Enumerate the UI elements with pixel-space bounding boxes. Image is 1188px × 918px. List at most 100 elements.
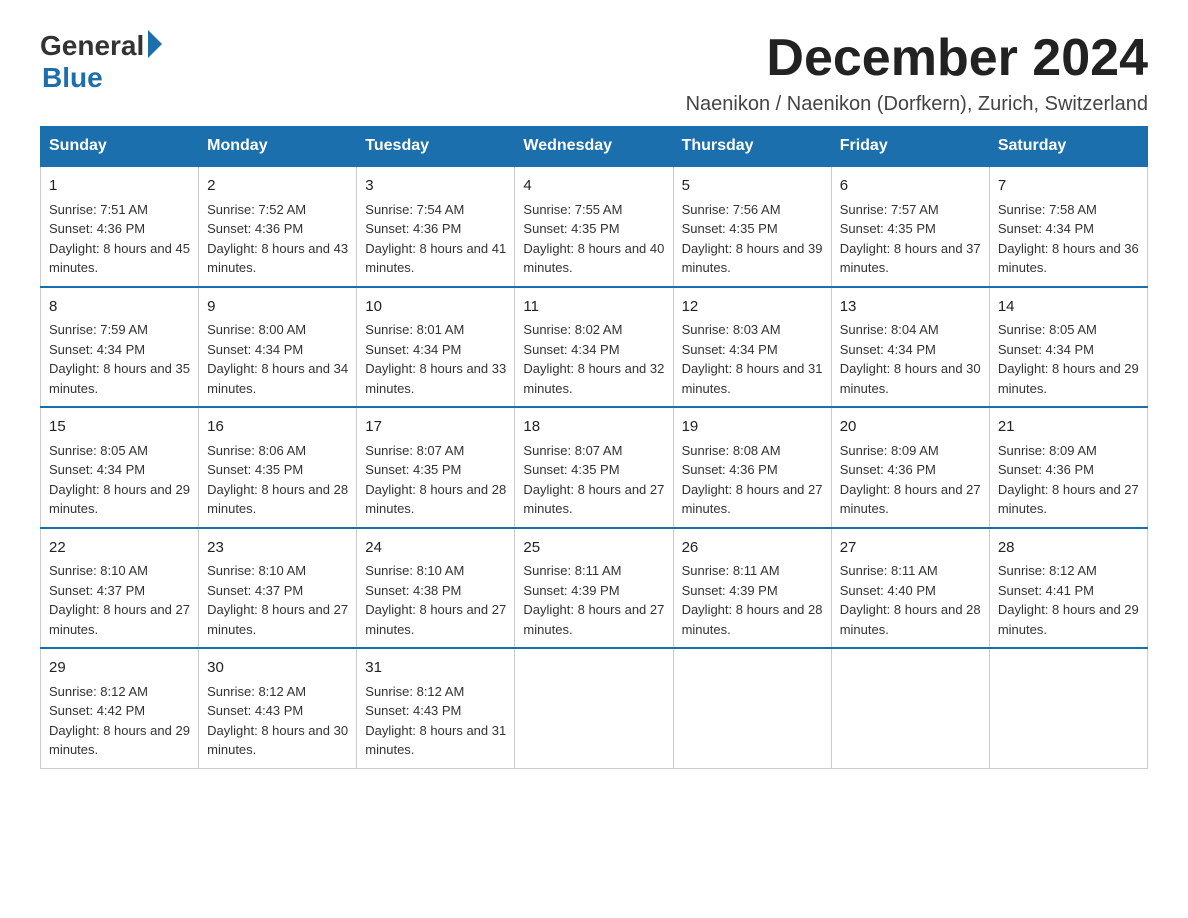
daylight-text: Daylight: 8 hours and 29 minutes. [49, 482, 190, 517]
sunrise-text: Sunrise: 8:05 AM [998, 322, 1097, 337]
calendar-cell: 5Sunrise: 7:56 AMSunset: 4:35 PMDaylight… [673, 166, 831, 287]
calendar-cell: 6Sunrise: 7:57 AMSunset: 4:35 PMDaylight… [831, 166, 989, 287]
calendar-header-tuesday: Tuesday [357, 127, 515, 167]
day-number: 18 [523, 416, 664, 439]
sunrise-text: Sunrise: 8:05 AM [49, 443, 148, 458]
calendar-header-wednesday: Wednesday [515, 127, 673, 167]
sunrise-text: Sunrise: 8:11 AM [523, 563, 621, 578]
day-number: 20 [840, 416, 981, 439]
daylight-text: Daylight: 8 hours and 41 minutes. [365, 241, 506, 276]
sunset-text: Sunset: 4:42 PM [49, 703, 145, 718]
day-number: 12 [682, 296, 823, 319]
sunrise-text: Sunrise: 8:07 AM [523, 443, 622, 458]
sunset-text: Sunset: 4:36 PM [49, 221, 145, 236]
day-number: 7 [998, 175, 1139, 198]
daylight-text: Daylight: 8 hours and 29 minutes. [49, 723, 190, 758]
daylight-text: Daylight: 8 hours and 30 minutes. [840, 361, 981, 396]
calendar-week-5: 29 Sunrise: 8:12 AM Sunset: 4:42 PM Dayligh… [41, 648, 1148, 768]
sunset-text: Sunset: 4:34 PM [365, 342, 461, 357]
sunset-text: Sunset: 4:34 PM [49, 462, 145, 477]
calendar-cell: 28Sunrise: 8:12 AMSunset: 4:41 PMDayligh… [989, 528, 1147, 649]
calendar-cell: 13Sunrise: 8:04 AMSunset: 4:34 PMDayligh… [831, 287, 989, 408]
calendar-week-3: 15Sunrise: 8:05 AMSunset: 4:34 PMDayligh… [41, 407, 1148, 528]
calendar-cell: 7Sunrise: 7:58 AMSunset: 4:34 PMDaylight… [989, 166, 1147, 287]
day-number: 19 [682, 416, 823, 439]
day-number: 4 [523, 175, 664, 198]
sunrise-text: Sunrise: 7:56 AM [682, 202, 781, 217]
sunset-text: Sunset: 4:35 PM [682, 221, 778, 236]
sunrise-text: Sunrise: 8:03 AM [682, 322, 781, 337]
sunrise-text: Sunrise: 7:55 AM [523, 202, 622, 217]
calendar-cell: 29 Sunrise: 8:12 AM Sunset: 4:42 PM Dayligh… [41, 648, 199, 768]
daylight-text: Daylight: 8 hours and 27 minutes. [523, 602, 664, 637]
sunset-text: Sunset: 4:39 PM [523, 583, 619, 598]
sunset-text: Sunset: 4:35 PM [523, 462, 619, 477]
calendar-header-saturday: Saturday [989, 127, 1147, 167]
daylight-text: Daylight: 8 hours and 27 minutes. [998, 482, 1139, 517]
sunset-text: Sunset: 4:40 PM [840, 583, 936, 598]
day-number: 3 [365, 175, 506, 198]
calendar-cell [673, 648, 831, 768]
sunset-text: Sunset: 4:34 PM [998, 342, 1094, 357]
sunset-text: Sunset: 4:34 PM [523, 342, 619, 357]
sunset-text: Sunset: 4:41 PM [998, 583, 1094, 598]
daylight-text: Daylight: 8 hours and 28 minutes. [840, 602, 981, 637]
daylight-text: Daylight: 8 hours and 27 minutes. [682, 482, 823, 517]
sunset-text: Sunset: 4:34 PM [682, 342, 778, 357]
month-title: December 2024 [686, 30, 1148, 87]
calendar-cell: 12 Sunrise: 8:03 AM Sunset: 4:34 PM Dayligh… [673, 287, 831, 408]
sunrise-text: Sunrise: 8:02 AM [523, 322, 622, 337]
daylight-text: Daylight: 8 hours and 31 minutes. [682, 361, 823, 396]
day-number: 29 [49, 657, 190, 680]
daylight-text: Daylight: 8 hours and 29 minutes. [998, 602, 1139, 637]
day-number: 10 [365, 296, 506, 319]
sunrise-text: Sunrise: 8:12 AM [49, 684, 148, 699]
calendar-week-2: 8Sunrise: 7:59 AMSunset: 4:34 PMDaylight… [41, 287, 1148, 408]
calendar-cell: 16Sunrise: 8:06 AMSunset: 4:35 PMDayligh… [199, 407, 357, 528]
daylight-text: Daylight: 8 hours and 30 minutes. [207, 723, 348, 758]
daylight-text: Daylight: 8 hours and 28 minutes. [682, 602, 823, 637]
day-number: 11 [523, 296, 664, 319]
calendar-header-sunday: Sunday [41, 127, 199, 167]
day-number: 6 [840, 175, 981, 198]
sunrise-text: Sunrise: 7:51 AM [49, 202, 148, 217]
calendar-week-4: 22Sunrise: 8:10 AMSunset: 4:37 PMDayligh… [41, 528, 1148, 649]
daylight-text: Daylight: 8 hours and 32 minutes. [523, 361, 664, 396]
calendar-cell: 24Sunrise: 8:10 AMSunset: 4:38 PMDayligh… [357, 528, 515, 649]
sunrise-text: Sunrise: 8:09 AM [998, 443, 1097, 458]
sunrise-text: Sunrise: 7:58 AM [998, 202, 1097, 217]
calendar-cell: 8Sunrise: 7:59 AMSunset: 4:34 PMDaylight… [41, 287, 199, 408]
sunrise-text: Sunrise: 8:06 AM [207, 443, 306, 458]
calendar-cell: 1Sunrise: 7:51 AMSunset: 4:36 PMDaylight… [41, 166, 199, 287]
sunset-text: Sunset: 4:34 PM [840, 342, 936, 357]
day-number: 2 [207, 175, 348, 198]
day-number: 5 [682, 175, 823, 198]
sunset-text: Sunset: 4:35 PM [523, 221, 619, 236]
header: General Blue December 2024 Naenikon / Na… [40, 30, 1148, 116]
calendar-header-monday: Monday [199, 127, 357, 167]
sunset-text: Sunset: 4:36 PM [365, 221, 461, 236]
calendar-week-1: 1Sunrise: 7:51 AMSunset: 4:36 PMDaylight… [41, 166, 1148, 287]
calendar-cell: 31Sunrise: 8:12 AMSunset: 4:43 PMDayligh… [357, 648, 515, 768]
daylight-text: Daylight: 8 hours and 33 minutes. [365, 361, 506, 396]
day-number: 9 [207, 296, 348, 319]
calendar-cell: 27Sunrise: 8:11 AMSunset: 4:40 PMDayligh… [831, 528, 989, 649]
sunrise-text: Sunrise: 8:09 AM [840, 443, 939, 458]
daylight-text: Daylight: 8 hours and 27 minutes. [365, 602, 506, 637]
calendar-cell: 17Sunrise: 8:07 AMSunset: 4:35 PMDayligh… [357, 407, 515, 528]
daylight-text: Daylight: 8 hours and 29 minutes. [998, 361, 1139, 396]
sunset-text: Sunset: 4:36 PM [840, 462, 936, 477]
calendar-cell: 9Sunrise: 8:00 AMSunset: 4:34 PMDaylight… [199, 287, 357, 408]
subtitle: Naenikon / Naenikon (Dorfkern), Zurich, … [686, 93, 1148, 116]
day-number: 17 [365, 416, 506, 439]
daylight-text: Daylight: 8 hours and 35 minutes. [49, 361, 190, 396]
calendar-cell: 26Sunrise: 8:11 AMSunset: 4:39 PMDayligh… [673, 528, 831, 649]
calendar-cell [515, 648, 673, 768]
calendar-cell [831, 648, 989, 768]
daylight-text: Daylight: 8 hours and 27 minutes. [523, 482, 664, 517]
calendar-cell: 20Sunrise: 8:09 AMSunset: 4:36 PMDayligh… [831, 407, 989, 528]
logo-blue-text: Blue [42, 62, 103, 94]
sunset-text: Sunset: 4:34 PM [207, 342, 303, 357]
sunrise-text: Sunrise: 8:10 AM [207, 563, 306, 578]
calendar-cell: 10Sunrise: 8:01 AMSunset: 4:34 PMDayligh… [357, 287, 515, 408]
